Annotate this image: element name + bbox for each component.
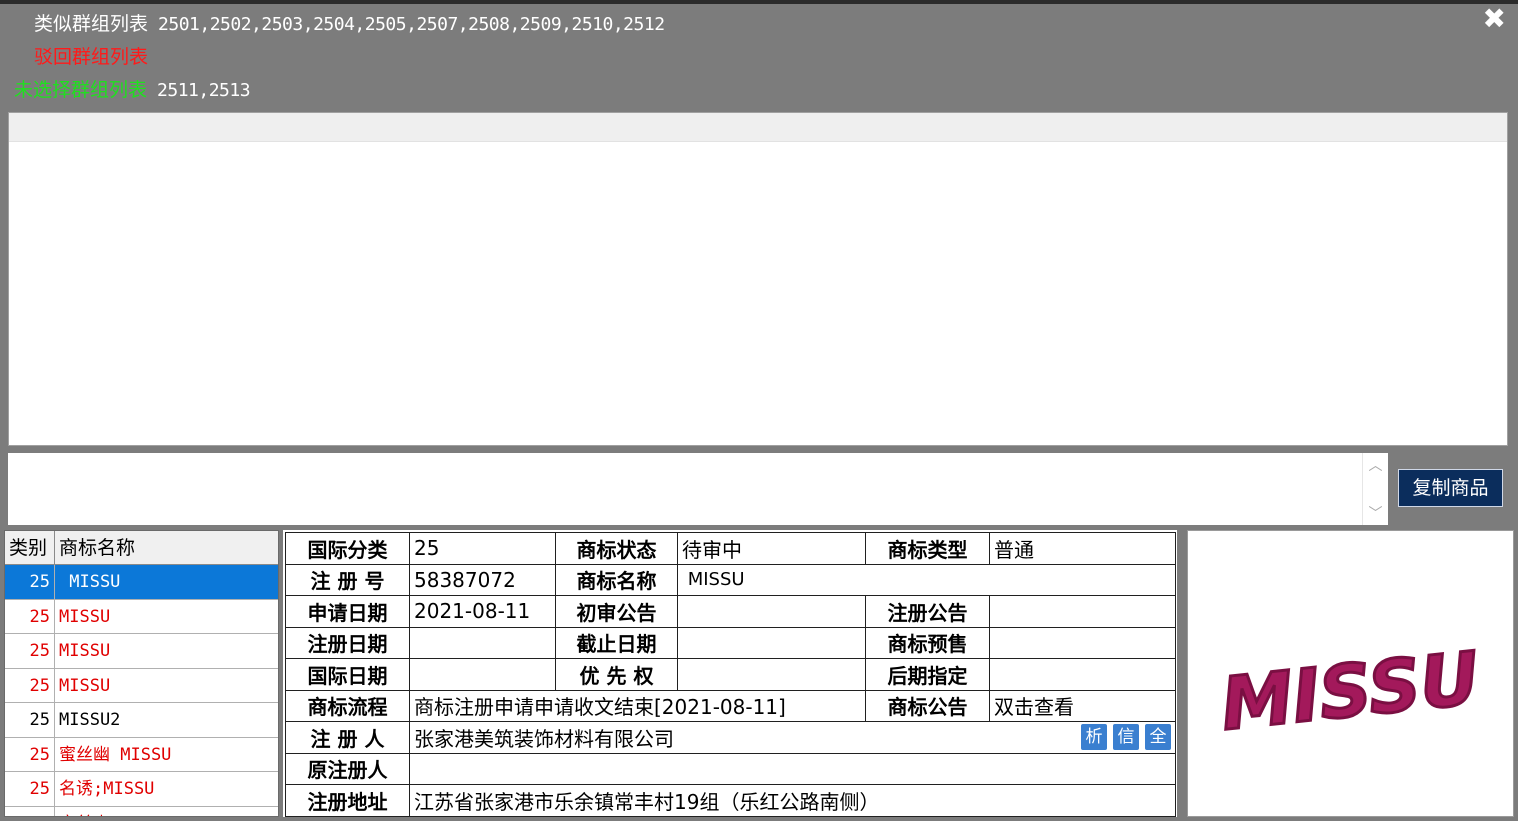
list-header-category[interactable]: 类别 (5, 531, 55, 564)
registrant-actions: 析信全 (1075, 723, 1171, 750)
registrant-cell: 张家港美筑装饰材料有限公司 析信全 (409, 721, 1176, 754)
list-cell-name: MISSU (59, 606, 111, 627)
intl-class-value: 25 (409, 532, 556, 565)
list-row[interactable]: 25 MISSU (5, 668, 278, 703)
reg-notice-value (989, 595, 1176, 628)
list-cell-category: 25 (5, 772, 55, 806)
list-row[interactable]: 25 MISSU2 (5, 703, 278, 738)
trademark-detail-panel: 国际分类 25 商标状态 待审中 商标类型 普通 注 册 号 58387072 … (283, 530, 1177, 817)
orig-registrant-value (409, 752, 1176, 785)
priority-label: 优 先 权 (555, 658, 678, 691)
apply-date-value: 2021-08-11 (409, 595, 556, 628)
list-row[interactable]: 25 蜜丝幽 (5, 806, 278, 817)
later-designation-label: 后期指定 (865, 658, 990, 691)
registrant-value: 张家港美筑装饰材料有限公司 (414, 726, 674, 751)
prelim-notice-label: 初审公告 (555, 595, 678, 628)
list-row[interactable]: 25 名诱;MISSU (5, 772, 278, 807)
name-label: 商标名称 (555, 563, 678, 596)
goods-text-area[interactable]: ︿ ﹀ (8, 453, 1388, 525)
trademark-image-panel: MISSU (1187, 530, 1514, 817)
rejected-group-line: 驳回群组列表 (34, 42, 148, 72)
goods-scrollbar[interactable]: ︿ ﹀ (1362, 453, 1388, 525)
trademark-logo-text: MISSU (1217, 636, 1482, 747)
list-cell-name: 蜜丝幽 (55, 807, 278, 817)
list-cell-category: 25 (5, 806, 55, 816)
flow-label: 商标流程 (285, 689, 410, 722)
list-row[interactable]: 25 蜜丝幽 MISSU (5, 737, 278, 772)
detail-table: 国际分类 25 商标状态 待审中 商标类型 普通 注 册 号 58387072 … (285, 532, 1176, 817)
presale-value (989, 626, 1176, 659)
apply-date-label: 申请日期 (285, 595, 410, 628)
type-value: 普通 (989, 532, 1176, 565)
group-content-header-strip (9, 113, 1507, 142)
group-content-panel (8, 112, 1508, 446)
list-cell-name: MISSU (59, 641, 111, 661)
list-cell-name: 名诱;MISSU (59, 779, 155, 799)
deadline-label: 截止日期 (555, 626, 678, 659)
list-cell-category: 25 (5, 565, 55, 599)
orig-registrant-label: 原注册人 (285, 752, 410, 785)
list-header: 类别 商标名称 (5, 531, 278, 565)
scroll-down-icon[interactable]: ﹀ (1363, 503, 1388, 523)
credit-button[interactable]: 信 (1113, 723, 1139, 750)
intl-class-label: 国际分类 (285, 532, 410, 565)
later-designation-value (989, 658, 1176, 691)
notice-value[interactable]: 双击查看 (989, 689, 1176, 722)
similar-group-label: 类似群组列表 (34, 13, 149, 35)
all-button[interactable]: 全 (1145, 723, 1171, 750)
list-cell-category: 25 (5, 703, 55, 737)
reg-no-value: 58387072 (409, 563, 556, 596)
trademark-list: 类别 商标名称 25 MISSU 25 MISSU 25 MISSU 25 MI… (4, 530, 279, 817)
reg-date-label: 注册日期 (285, 626, 410, 659)
list-cell-name: MISSU2 (59, 710, 121, 730)
similar-group-values: 2501,2502,2503,2504,2505,2507,2508,2509,… (158, 14, 665, 35)
list-row[interactable]: 25 MISSU (5, 599, 278, 634)
list-header-name[interactable]: 商标名称 (55, 531, 278, 564)
list-cell-category: 25 (5, 634, 55, 668)
similar-group-line: 类似群组列表 2501,2502,2503,2504,2505,2507,2508… (34, 9, 665, 39)
scroll-up-icon[interactable]: ︿ (1363, 455, 1388, 475)
flow-value: 商标注册申请申请收文结束[2021-08-11] (409, 689, 866, 722)
deadline-value (677, 626, 866, 659)
intl-date-value (409, 658, 556, 691)
reg-date-value (409, 626, 556, 659)
priority-value (677, 658, 866, 691)
prelim-notice-value (677, 595, 866, 628)
list-row[interactable]: 25 MISSU (5, 565, 278, 600)
status-label: 商标状态 (555, 532, 678, 565)
name-value: MISSU (677, 563, 1176, 596)
unselected-group-values: 2511,2513 (157, 80, 251, 101)
status-value: 待审中 (677, 532, 866, 565)
list-cell-category: 25 (5, 737, 55, 771)
type-label: 商标类型 (865, 532, 990, 565)
reg-no-label: 注 册 号 (285, 563, 410, 596)
list-row[interactable]: 25 MISSU (5, 634, 278, 669)
notice-label: 商标公告 (865, 689, 990, 722)
registrant-label: 注 册 人 (285, 721, 410, 754)
address-label: 注册地址 (285, 784, 410, 817)
list-cell-name: 蜜丝幽 MISSU (59, 744, 172, 765)
list-cell-name: MISSU (59, 572, 121, 592)
window-top-border (0, 0, 1518, 4)
rejected-group-label: 驳回群组列表 (34, 46, 149, 68)
address-value: 江苏省张家港市乐余镇常丰村19组（乐红公路南侧） (409, 784, 1176, 817)
reg-notice-label: 注册公告 (865, 595, 990, 628)
unselected-group-label: 未选择群组列表 (14, 79, 148, 101)
list-cell-category: 25 (5, 668, 55, 702)
presale-label: 商标预售 (865, 626, 990, 659)
list-cell-name: MISSU (59, 675, 111, 696)
unselected-group-line: 未选择群组列表 2511,2513 (14, 75, 251, 105)
close-icon[interactable]: ✖ (1483, 2, 1506, 35)
analyze-button[interactable]: 析 (1081, 723, 1107, 750)
copy-goods-button[interactable]: 复制商品 (1398, 469, 1503, 507)
trademark-logo: MISSU (1216, 634, 1484, 748)
intl-date-label: 国际日期 (285, 658, 410, 691)
list-cell-category: 25 (5, 599, 55, 633)
